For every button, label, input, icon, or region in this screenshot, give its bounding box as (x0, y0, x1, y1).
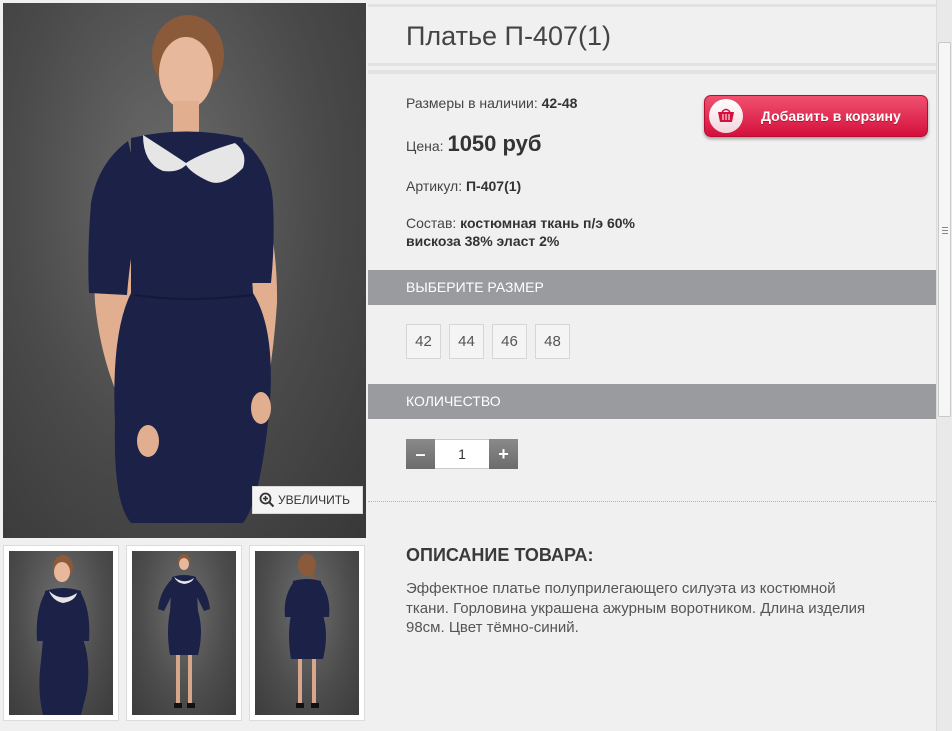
composition-value-line1: костюмная ткань п/э 60% (460, 215, 636, 231)
divider (368, 70, 936, 74)
size-section-heading: ВЫБЕРИТЕ РАЗМЕР (368, 270, 936, 305)
composition-label: Состав: (406, 215, 457, 231)
dotted-divider (368, 501, 936, 502)
main-product-photo[interactable]: УВЕЛИЧИТЬ (3, 3, 366, 538)
quantity-section-heading: КОЛИЧЕСТВО (368, 384, 936, 419)
thumbnail-back-view[interactable] (249, 545, 365, 721)
zoom-button[interactable]: УВЕЛИЧИТЬ (252, 486, 363, 514)
sizes-available: Размеры в наличии: 42-48 (406, 95, 577, 111)
description-text: Эффектное платье полуприлегающего силуэт… (406, 580, 866, 636)
sizes-value: 42-48 (541, 95, 578, 111)
basket-icon (709, 99, 743, 133)
size-option-48[interactable]: 48 (535, 324, 570, 359)
quantity-input[interactable]: 1 (435, 439, 489, 469)
price-value: 1050 руб (447, 131, 542, 156)
thumbnail-image (36, 555, 90, 715)
composition-value-line2: вискоза 38% эласт 2% (406, 233, 560, 249)
quantity-decrease-button[interactable]: – (406, 439, 435, 469)
price-row: Цена: 1050 руб (406, 131, 541, 157)
add-to-cart-label: Добавить в корзину (761, 108, 901, 124)
zoom-in-icon (259, 492, 275, 508)
add-to-cart-button[interactable]: Добавить в корзину (704, 95, 928, 137)
model-figure (88, 15, 278, 523)
title-bar: Платье П-407(1) (368, 4, 936, 66)
quantity-stepper: – 1 + (406, 439, 518, 469)
sku-label: Артикул: (406, 178, 463, 194)
composition-row: Состав: костюмная ткань п/э 60% вискоза … (406, 214, 635, 250)
scrollbar[interactable] (936, 0, 952, 731)
thumbnail-full-front[interactable] (126, 545, 242, 721)
sku-value: П-407(1) (465, 178, 522, 194)
scrollbar-thumb[interactable] (938, 42, 951, 417)
page-title: Платье П-407(1) (406, 21, 611, 51)
quantity-increase-button[interactable]: + (489, 439, 518, 469)
thumbnail-image (284, 554, 330, 708)
product-details: Платье П-407(1) Размеры в наличии: 42-48… (368, 0, 936, 731)
zoom-label: УВЕЛИЧИТЬ (278, 493, 350, 507)
description-title: ОПИСАНИЕ ТОВАРА: (406, 545, 594, 565)
size-option-46[interactable]: 46 (492, 324, 527, 359)
size-option-42[interactable]: 42 (406, 324, 441, 359)
thumbnail-front-closeup[interactable] (3, 545, 119, 721)
price-label: Цена: (406, 138, 444, 154)
size-selector: 42 44 46 48 (406, 324, 570, 359)
thumbnail-gallery (3, 545, 370, 725)
size-option-44[interactable]: 44 (449, 324, 484, 359)
scroll-grip-icon (942, 227, 948, 236)
sizes-label: Размеры в наличии: (406, 95, 538, 111)
thumbnail-image (158, 554, 210, 708)
sku-row: Артикул: П-407(1) (406, 178, 521, 194)
